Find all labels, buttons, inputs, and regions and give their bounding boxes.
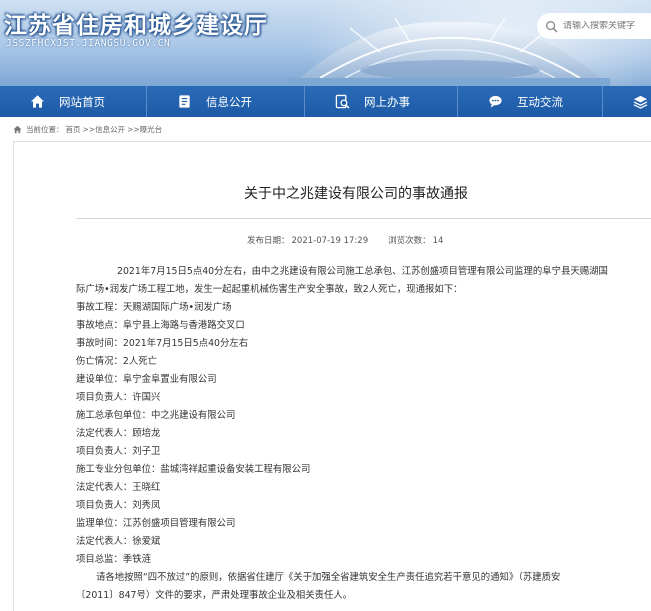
search-document-icon xyxy=(335,94,350,109)
publish-date-label: 发布日期： xyxy=(247,236,290,246)
article-body: 2021年7月15日5点40分左右，由中之兆建设有限公司施工总承包、江苏创盛项目… xyxy=(76,263,651,605)
nav-item-info-public[interactable]: 信息公开 xyxy=(147,86,305,117)
intro-line: 际广场•润发广场工程工地，发生一起起重机械伤害生产安全事故，致2人死亡，现通报如… xyxy=(76,284,463,295)
detail-line: 事故时间：2021年7月15日5点40分左右 xyxy=(76,338,249,349)
views-label: 浏览次数： xyxy=(388,236,431,246)
detail-line: 建设单位：阜宁金阜置业有限公司 xyxy=(76,374,217,385)
breadcrumb-item-exposure[interactable]: >>曝光台 xyxy=(127,124,162,135)
breadcrumb-item-home[interactable]: 首页 xyxy=(66,124,81,135)
layers-icon xyxy=(633,95,648,109)
detail-line: 项目负责人：许国兴 xyxy=(76,392,161,403)
nav-item-label: 网上办事 xyxy=(364,94,410,109)
detail-line: 法定代表人：王晓红 xyxy=(76,482,161,493)
detail-line: 项目总监：季铁涟 xyxy=(76,554,152,565)
breadcrumb: 当前位置： 首页 >>信息公开 >>曝光台 xyxy=(13,123,164,135)
site-header: 江苏省住房和城乡建设厅 JSSZFHCXJST.JIANGSU.GOV.CN xyxy=(0,0,651,86)
nav-item-label: 网站首页 xyxy=(59,94,105,109)
nav-item-online-services[interactable]: 网上办事 xyxy=(305,86,458,117)
search-input[interactable] xyxy=(563,21,651,31)
breadcrumb-prefix: 当前位置： xyxy=(26,124,64,134)
article-meta: 发布日期： 2021-07-19 17:29 浏览次数： 14 xyxy=(247,234,445,246)
detail-line: 事故工程：天赐湖国际广场•润发广场 xyxy=(76,302,232,313)
site-title[interactable]: 江苏省住房和城乡建设厅 xyxy=(4,6,268,40)
home-icon xyxy=(30,95,45,108)
closing-line: 请各地按照“四不放过”的原则，依据省住建厅《关于加强全省建筑安全生产责任追究若干… xyxy=(96,572,561,583)
title-divider xyxy=(76,218,651,219)
detail-line: 项目负责人：刘子卫 xyxy=(76,446,161,457)
detail-line: 伤亡情况：2人死亡 xyxy=(76,356,157,367)
document-icon xyxy=(179,95,190,108)
detail-line: 施工专业分包单位：盐城湾祥起重设备安装工程有限公司 xyxy=(76,464,311,475)
nav-item-home[interactable]: 网站首页 xyxy=(0,86,147,117)
nav-item-interaction[interactable]: 互动交流 xyxy=(458,86,603,117)
detail-line: 监理单位：江苏创盛项目管理有限公司 xyxy=(76,518,236,529)
chat-icon xyxy=(489,95,502,108)
nav-item-special[interactable]: 专 xyxy=(603,86,651,117)
detail-line: 法定代表人：顾培龙 xyxy=(76,428,161,439)
breadcrumb-item-info-public[interactable]: >>信息公开 xyxy=(83,124,126,135)
site-url: JSSZFHCXJST.JIANGSU.GOV.CN xyxy=(6,38,171,49)
article-title: 关于中之兆建设有限公司的事故通报 xyxy=(244,186,468,202)
views-count: 14 xyxy=(432,236,444,246)
nav-item-label: 信息公开 xyxy=(206,94,252,109)
nav-item-label: 互动交流 xyxy=(517,94,563,109)
detail-line: 施工总承包单位：中之兆建设有限公司 xyxy=(76,410,236,421)
detail-line: 法定代表人：徐爱斌 xyxy=(76,536,161,547)
closing-line: 〔2011〕847号）文件的要求，严肃处理事故企业及相关责任人。 xyxy=(76,590,353,601)
intro-line: 2021年7月15日5点40分左右，由中之兆建设有限公司施工总承包、江苏创盛项目… xyxy=(117,266,608,277)
detail-line: 项目负责人：刘秀凤 xyxy=(76,500,161,511)
search-icon[interactable] xyxy=(545,20,558,33)
detail-line: 事故地点：阜宁县上海路与香港路交叉口 xyxy=(76,320,245,331)
main-nav: 网站首页 信息公开 网上办事 互动交流 xyxy=(0,86,651,117)
publish-date: 2021-07-19 17:29 xyxy=(291,236,369,246)
search-box[interactable] xyxy=(537,13,651,39)
location-home-icon xyxy=(13,125,22,133)
